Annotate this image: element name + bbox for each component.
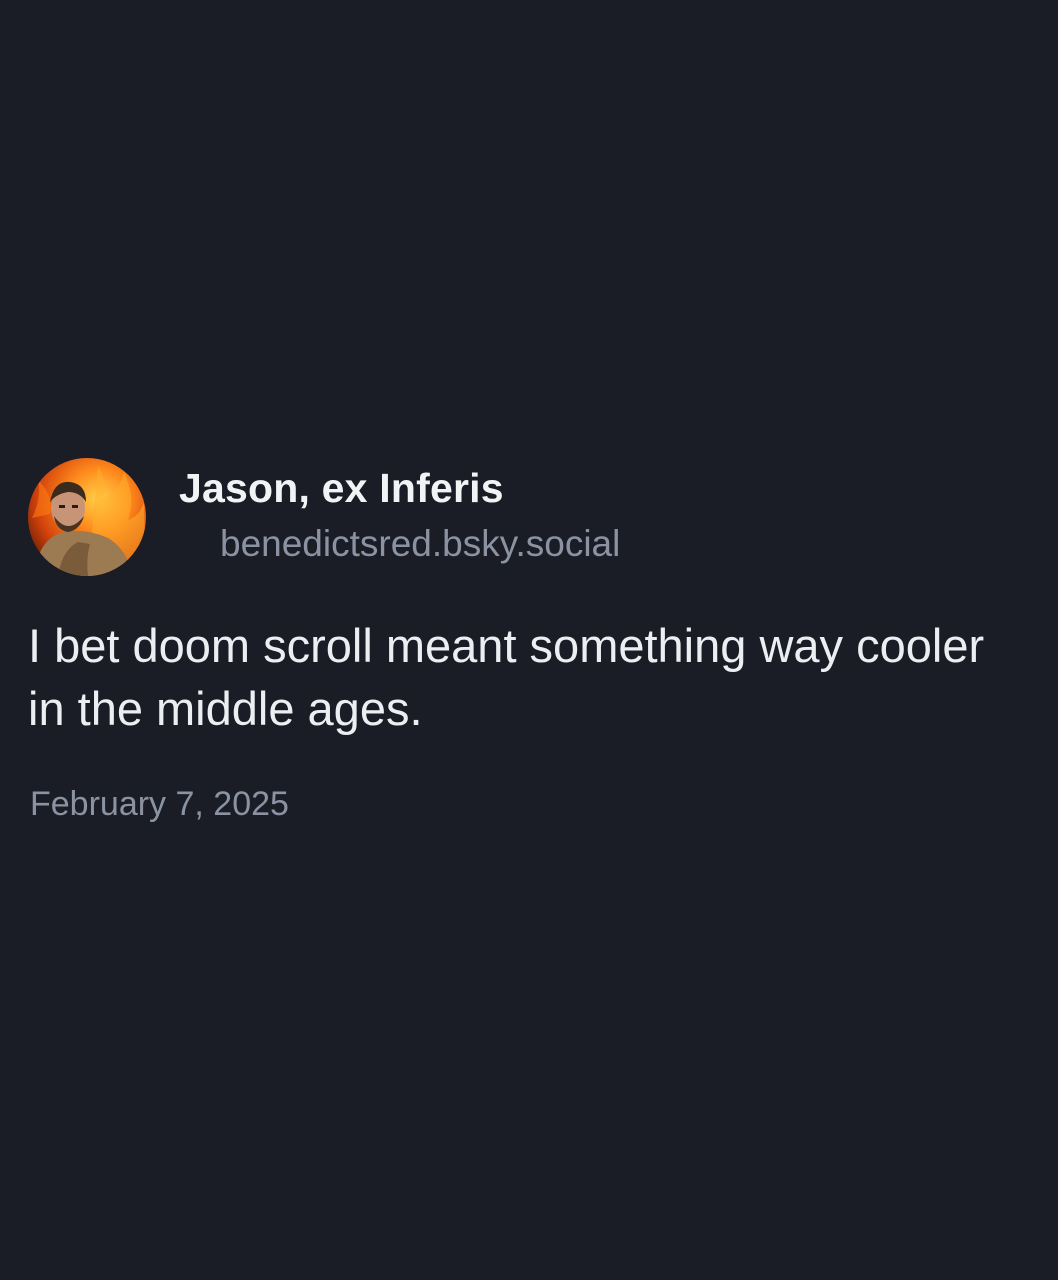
author-handle[interactable]: benedictsred.bsky.social — [220, 520, 620, 568]
avatar-photo-icon — [28, 458, 146, 576]
post-date[interactable]: February 7, 2025 — [30, 782, 1028, 826]
page: Jason, ex Inferis benedictsred.bsky.soci… — [0, 0, 1058, 1280]
post-header: Jason, ex Inferis benedictsred.bsky.soci… — [28, 456, 1028, 576]
author-display-name[interactable]: Jason, ex Inferis — [179, 462, 620, 514]
post-text: I bet doom scroll meant something way co… — [28, 619, 985, 735]
author-names: Jason, ex Inferis benedictsred.bsky.soci… — [179, 462, 620, 568]
avatar[interactable] — [28, 458, 146, 576]
post-card[interactable]: Jason, ex Inferis benedictsred.bsky.soci… — [28, 456, 1028, 826]
